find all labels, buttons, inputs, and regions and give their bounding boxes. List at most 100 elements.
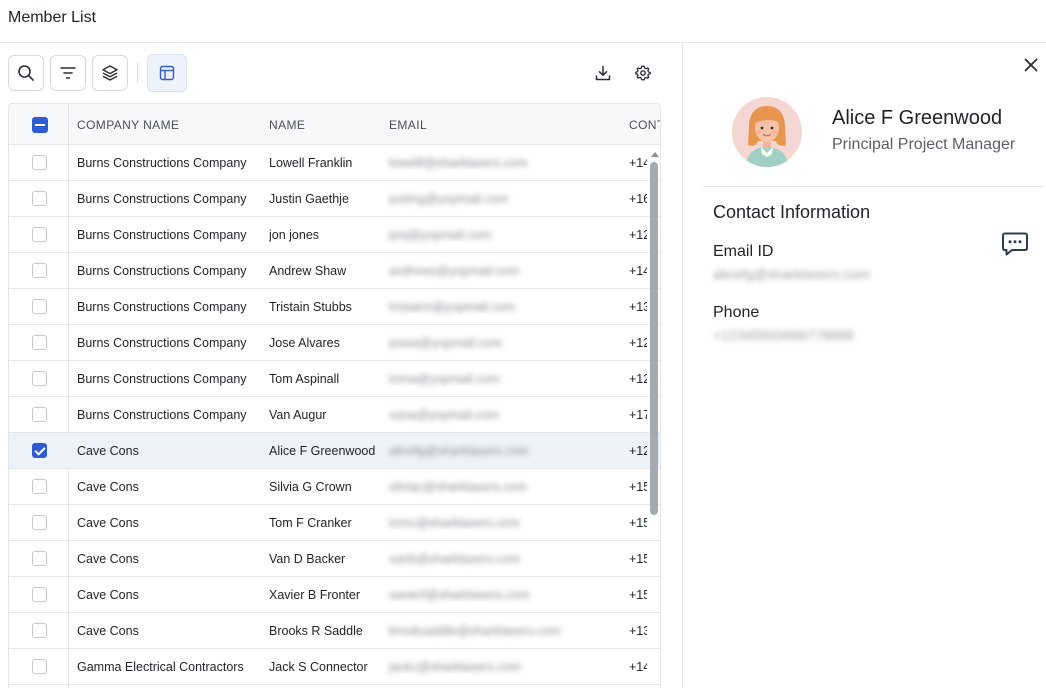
cell-name: Lowell Franklin <box>269 156 353 170</box>
close-button[interactable] <box>1022 56 1040 74</box>
search-button[interactable] <box>8 55 44 91</box>
row-checkbox[interactable] <box>32 371 47 386</box>
cell-contact: +13 <box>629 300 647 314</box>
cell-company: Cave Cons <box>77 516 139 530</box>
row-checkbox[interactable] <box>32 443 47 458</box>
column-header-contact[interactable]: CONTACT <box>629 118 660 132</box>
table-row[interactable]: Cave Cons Tom F Cranker tomc@sharklasers.c… <box>9 505 660 541</box>
table-row[interactable]: Cave Cons Xavier B Fronter xavierf@sharkla… <box>9 577 660 613</box>
cell-contact: +12 <box>629 444 647 458</box>
phone-value: +12345555666778888 <box>713 327 854 343</box>
table-layout-icon <box>159 65 175 81</box>
cell-name: Brooks R Saddle <box>269 624 363 638</box>
cell-contact: +15 <box>629 552 647 566</box>
column-header-company[interactable]: COMPANY NAME <box>77 118 179 132</box>
filter-button[interactable] <box>50 55 86 91</box>
settings-button[interactable] <box>633 63 653 83</box>
row-checkbox[interactable] <box>32 659 47 674</box>
table-row[interactable]: Cave Cons Van D Backer vanb@sharklasers.co… <box>9 541 660 577</box>
table-row[interactable]: Gamma Electrical Contractors Jack S Conne… <box>9 649 660 685</box>
cell-name: Silvia G Crown <box>269 480 352 494</box>
cell-email: vana@yopmail.com <box>389 408 499 422</box>
member-table: COMPANY NAME NAME EMAIL CONTACT Burns Co… <box>8 103 661 688</box>
cell-company: Burns Constructions Company <box>77 156 247 170</box>
cell-company: Cave Cons <box>77 444 139 458</box>
message-button[interactable] <box>1001 231 1029 257</box>
cell-company: Burns Constructions Company <box>77 228 247 242</box>
cell-company: Burns Constructions Company <box>77 336 247 350</box>
cell-contact: +15 <box>629 588 647 602</box>
cell-name: Alice F Greenwood <box>269 444 376 458</box>
page-title: Member List <box>8 9 97 26</box>
cell-email: jonj@yopmail.com <box>389 228 492 242</box>
pane-divider <box>682 43 683 688</box>
cell-email: andrews@yopmail.com <box>389 264 520 278</box>
column-header-name[interactable]: NAME <box>269 118 305 132</box>
cell-contact: +12 <box>629 228 647 242</box>
table-layout-button[interactable] <box>147 54 187 92</box>
cell-name: Jack S Connector <box>269 660 368 674</box>
download-button[interactable] <box>593 63 613 83</box>
column-header-email[interactable]: EMAIL <box>389 118 427 132</box>
phone-label: Phone <box>713 304 760 321</box>
close-icon <box>1024 58 1038 72</box>
cell-name: Tom Aspinall <box>269 372 340 386</box>
table-row[interactable]: Burns Constructions Company Lowell Frankl… <box>9 145 660 181</box>
table-row[interactable]: Cave Cons Alice F Greenwood alicefg@sharkl… <box>9 433 660 469</box>
filter-icon <box>60 67 76 79</box>
contact-information-heading: Contact Information <box>713 202 871 222</box>
scrollbar-thumb[interactable] <box>650 162 658 515</box>
row-checkbox[interactable] <box>32 551 47 566</box>
cell-contact: +16 <box>629 192 647 206</box>
cell-contact: +14 <box>629 264 647 278</box>
table-row[interactable]: Burns Constructions Company Jose Alvares j… <box>9 325 660 361</box>
row-checkbox[interactable] <box>32 407 47 422</box>
cell-email: alicefg@sharklasers.com <box>389 444 529 458</box>
select-all-checkbox[interactable] <box>32 117 48 133</box>
cell-name: jon jones <box>269 228 320 242</box>
download-icon <box>595 65 611 81</box>
table-row[interactable]: Cave Cons Silvia G Crown silviac@sharklase… <box>9 469 660 505</box>
row-checkbox[interactable] <box>32 263 47 278</box>
cell-contact: +17 <box>629 408 647 422</box>
chat-bubble-icon <box>1002 232 1028 256</box>
row-checkbox[interactable] <box>32 623 47 638</box>
row-checkbox[interactable] <box>32 227 47 242</box>
email-value: alicefg@sharklasers.com <box>713 266 870 282</box>
cell-name: Van Augur <box>269 408 327 422</box>
row-checkbox[interactable] <box>32 479 47 494</box>
cell-email: jackc@sharklasers.com <box>389 660 522 674</box>
profile-role: Principal Project Manager <box>832 136 1016 153</box>
cell-email: brooksaddle@sharklasers.com <box>389 624 561 638</box>
cell-company: Cave Cons <box>77 480 139 494</box>
email-label: Email ID <box>713 243 774 260</box>
vertical-scrollbar[interactable] <box>649 150 659 688</box>
row-checkbox[interactable] <box>32 335 47 350</box>
row-checkbox[interactable] <box>32 515 47 530</box>
row-checkbox[interactable] <box>32 155 47 170</box>
table-row[interactable]: Burns Constructions Company Tristain Stub… <box>9 289 660 325</box>
cell-contact: +15 <box>629 516 647 530</box>
profile-divider <box>703 186 1043 187</box>
cell-name: Van D Backer <box>269 552 346 566</box>
table-row[interactable]: Burns Constructions Company Tom Aspinall t… <box>9 361 660 397</box>
table-row[interactable]: Burns Constructions Company Andrew Shaw an… <box>9 253 660 289</box>
cell-email: josea@yopmail.com <box>389 336 502 350</box>
layers-button[interactable] <box>92 55 128 91</box>
row-checkbox[interactable] <box>32 587 47 602</box>
table-row[interactable]: Burns Constructions Company Van Augur vana… <box>9 397 660 433</box>
scroll-up-arrow-icon[interactable] <box>651 152 659 157</box>
cell-email: xavierf@sharklasers.com <box>389 588 530 602</box>
table-row[interactable]: Cave Cons Brooks R Saddle brooksaddle@shar… <box>9 613 660 649</box>
cell-name: Tristain Stubbs <box>269 300 352 314</box>
table-row[interactable]: Burns Constructions Company Justin Gaethj… <box>9 181 660 217</box>
cell-company: Cave Cons <box>77 588 139 602</box>
profile-name: Alice F Greenwood <box>832 107 1003 129</box>
row-checkbox[interactable] <box>32 299 47 314</box>
row-checkbox[interactable] <box>32 191 47 206</box>
cell-contact: +14 <box>629 156 647 170</box>
cell-company: Burns Constructions Company <box>77 264 247 278</box>
table-header: COMPANY NAME NAME EMAIL CONTACT <box>9 104 660 145</box>
table-row[interactable]: Burns Constructions Company jon jones jonj… <box>9 217 660 253</box>
cell-company: Cave Cons <box>77 624 139 638</box>
